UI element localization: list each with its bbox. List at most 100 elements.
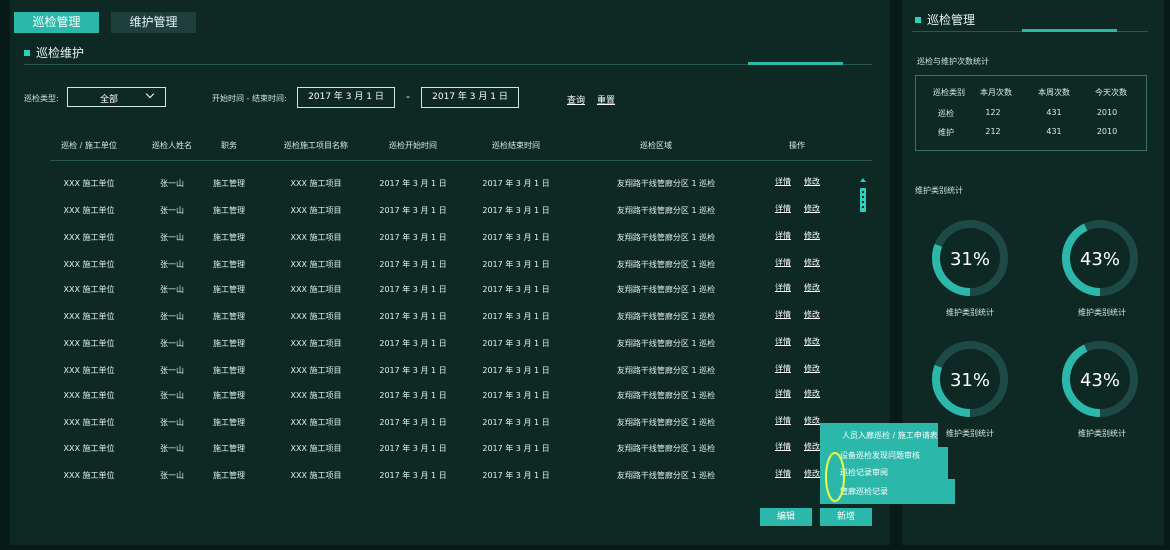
column-header-actions: 操作 bbox=[789, 141, 805, 150]
section-divider-accent bbox=[748, 62, 843, 65]
stats-cell: 431 bbox=[1046, 108, 1062, 117]
table-cell: XXX 施工单位 bbox=[63, 285, 115, 294]
row-edit-link[interactable]: 修改 bbox=[804, 363, 820, 374]
table-cell: 友翔路干线管廊分区 1 巡检 bbox=[616, 312, 716, 321]
menu-item-equipment-issue[interactable]: 设备巡检发现问题审核 bbox=[840, 450, 920, 461]
row-detail-link[interactable]: 详情 bbox=[775, 309, 791, 320]
table-cell: 2017 年 3 月 1 日 bbox=[482, 366, 550, 375]
table-cell: 2017 年 3 月 1 日 bbox=[482, 444, 550, 453]
row-edit-link[interactable]: 修改 bbox=[804, 257, 820, 268]
table-cell: 张一山 bbox=[160, 260, 184, 269]
column-header-project: 巡检施工项目名称 bbox=[284, 141, 348, 150]
table-cell: XXX 施工项目 bbox=[290, 339, 342, 348]
column-header-start-time: 巡检开始时间 bbox=[389, 141, 437, 150]
table-cell: 施工管理 bbox=[213, 339, 245, 348]
table-cell: 友翔路干线管廊分区 1 巡检 bbox=[616, 339, 716, 348]
table-cell: 友翔路干线管廊分区 1 巡检 bbox=[616, 285, 716, 294]
row-edit-link[interactable]: 修改 bbox=[804, 203, 820, 214]
table-cell: 2017 年 3 月 1 日 bbox=[379, 179, 447, 188]
section-divider bbox=[24, 64, 872, 65]
type-select[interactable]: 全部 bbox=[67, 87, 166, 107]
table-cell: 张一山 bbox=[160, 285, 184, 294]
row-detail-link[interactable]: 详情 bbox=[775, 230, 791, 241]
menu-item-entry-application[interactable]: 人员入廊巡检 / 施工申请表 bbox=[842, 430, 938, 441]
table-cell: XXX 施工项目 bbox=[290, 444, 342, 453]
table-cell: 施工管理 bbox=[213, 366, 245, 375]
row-detail-link[interactable]: 详情 bbox=[775, 468, 791, 479]
column-header-unit: 巡检 / 施工单位 bbox=[61, 141, 117, 150]
donut-label: 维护类别统计 bbox=[1078, 429, 1126, 438]
table-cell: 2017 年 3 月 1 日 bbox=[379, 339, 447, 348]
table-cell: XXX 施工项目 bbox=[290, 366, 342, 375]
table-cell: 友翔路干线管廊分区 1 巡检 bbox=[616, 179, 716, 188]
table-cell: XXX 施工项目 bbox=[290, 391, 342, 400]
donut-label: 维护类别统计 bbox=[1078, 308, 1126, 317]
table-cell: 友翔路干线管廊分区 1 巡检 bbox=[616, 418, 716, 427]
time-filter-label: 开始时间 - 结束时间: bbox=[212, 94, 287, 103]
row-edit-link[interactable]: 修改 bbox=[804, 309, 820, 320]
row-edit-link[interactable]: 修改 bbox=[804, 230, 820, 241]
table-cell: 2017 年 3 月 1 日 bbox=[482, 285, 550, 294]
start-date-input[interactable]: 2017 年 3 月 1 日 bbox=[297, 87, 395, 108]
tab-inspection-management[interactable]: 巡检管理 bbox=[14, 12, 99, 33]
edit-button[interactable]: 编辑 bbox=[760, 508, 812, 526]
section-marker-icon bbox=[915, 16, 921, 23]
table-cell: XXX 施工项目 bbox=[290, 285, 342, 294]
row-edit-link[interactable]: 修改 bbox=[804, 336, 820, 347]
table-cell: XXX 施工项目 bbox=[290, 206, 342, 215]
row-detail-link[interactable]: 详情 bbox=[775, 203, 791, 214]
table-cell: XXX 施工单位 bbox=[63, 312, 115, 321]
right-title-divider-accent bbox=[1022, 29, 1117, 32]
table-cell: XXX 施工项目 bbox=[290, 260, 342, 269]
reset-button[interactable]: 重置 bbox=[597, 93, 615, 106]
row-detail-link[interactable]: 详情 bbox=[775, 336, 791, 347]
row-detail-link[interactable]: 详情 bbox=[775, 282, 791, 293]
table-cell: 2017 年 3 月 1 日 bbox=[379, 206, 447, 215]
scrollbar-thumb[interactable] bbox=[860, 188, 866, 212]
table-cell: 2017 年 3 月 1 日 bbox=[379, 391, 447, 400]
cursor-highlight-icon bbox=[825, 452, 845, 502]
stats-cell: 巡检 bbox=[938, 109, 954, 118]
row-edit-link[interactable]: 修改 bbox=[804, 282, 820, 293]
type-filter-label: 巡检类型: bbox=[24, 94, 59, 103]
row-edit-link[interactable]: 修改 bbox=[804, 176, 820, 187]
row-detail-link[interactable]: 详情 bbox=[775, 388, 791, 399]
row-detail-link[interactable]: 详情 bbox=[775, 176, 791, 187]
scroll-up-icon[interactable] bbox=[860, 178, 866, 182]
table-cell: 2017 年 3 月 1 日 bbox=[379, 233, 447, 242]
maintenance-stats-title: 维护类别统计 bbox=[915, 186, 963, 195]
table-cell: XXX 施工单位 bbox=[63, 471, 115, 480]
right-panel-title-text: 巡检管理 bbox=[927, 13, 976, 27]
table-cell: 施工管理 bbox=[213, 312, 245, 321]
table-cell: 2017 年 3 月 1 日 bbox=[482, 312, 550, 321]
tab-maintenance-management[interactable]: 维护管理 bbox=[111, 12, 196, 33]
query-button[interactable]: 查询 bbox=[567, 93, 585, 106]
add-button[interactable]: 新增 bbox=[820, 508, 872, 526]
table-header-divider bbox=[50, 160, 872, 161]
row-edit-link[interactable]: 修改 bbox=[804, 415, 820, 426]
section-title-text: 巡检维护 bbox=[36, 46, 85, 60]
table-cell: XXX 施工项目 bbox=[290, 233, 342, 242]
table-cell: 2017 年 3 月 1 日 bbox=[482, 471, 550, 480]
end-date-input[interactable]: 2017 年 3 月 1 日 bbox=[421, 87, 519, 108]
row-detail-link[interactable]: 详情 bbox=[775, 257, 791, 268]
row-detail-link[interactable]: 详情 bbox=[775, 415, 791, 426]
table-cell: 2017 年 3 月 1 日 bbox=[482, 233, 550, 242]
row-detail-link[interactable]: 详情 bbox=[775, 363, 791, 374]
stats-header-week: 本周次数 bbox=[1038, 88, 1070, 97]
table-cell: 张一山 bbox=[160, 206, 184, 215]
row-detail-link[interactable]: 详情 bbox=[775, 441, 791, 452]
column-header-inspector: 巡检人姓名 bbox=[152, 141, 192, 150]
table-cell: XXX 施工项目 bbox=[290, 312, 342, 321]
table-cell: 友翔路干线管廊分区 1 巡检 bbox=[616, 260, 716, 269]
table-cell: 张一山 bbox=[160, 471, 184, 480]
row-edit-link[interactable]: 修改 bbox=[804, 388, 820, 399]
donut-label: 维护类别统计 bbox=[946, 308, 994, 317]
stats-cell: 212 bbox=[985, 127, 1001, 136]
column-header-position: 职务 bbox=[221, 141, 237, 150]
table-cell: 张一山 bbox=[160, 339, 184, 348]
table-cell: 施工管理 bbox=[213, 260, 245, 269]
table-cell: 2017 年 3 月 1 日 bbox=[379, 260, 447, 269]
row-edit-link[interactable]: 修改 bbox=[804, 468, 820, 479]
row-edit-link[interactable]: 修改 bbox=[804, 441, 820, 452]
